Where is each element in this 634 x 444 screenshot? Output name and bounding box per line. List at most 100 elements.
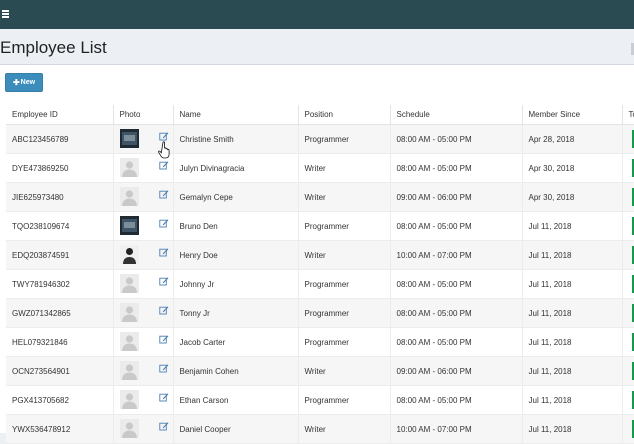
schedule-cell: 08:00 AM - 05:00 PM xyxy=(390,125,522,154)
status-cell xyxy=(622,125,634,154)
photo-cell xyxy=(113,299,173,328)
employee-name-cell: Henry Doe xyxy=(173,241,298,270)
column-header[interactable]: Position xyxy=(298,105,390,125)
edit-photo-icon[interactable] xyxy=(159,363,169,373)
employee-photo xyxy=(120,216,139,235)
member-since-cell: Apr 30, 2018 xyxy=(522,154,622,183)
employee-id-cell: GWZ071342865 xyxy=(6,299,113,328)
schedule-cell: 10:00 AM - 07:00 PM xyxy=(390,241,522,270)
page-title: Employee List xyxy=(0,38,107,58)
employee-id-cell: HEL079321846 xyxy=(6,328,113,357)
column-header[interactable]: Photo xyxy=(113,105,173,125)
photo-cell xyxy=(113,241,173,270)
employee-name-cell: Ethan Carson xyxy=(173,386,298,415)
member-since-cell: Apr 28, 2018 xyxy=(522,125,622,154)
position-cell: Programmer xyxy=(298,125,390,154)
member-since-cell: Jul 11, 2018 xyxy=(522,357,622,386)
position-cell: Programmer xyxy=(298,328,390,357)
edit-photo-icon[interactable] xyxy=(159,305,169,315)
menu-toggle-icon[interactable] xyxy=(2,10,12,18)
employee-name-cell: Julyn Divinagracia xyxy=(173,154,298,183)
position-cell: Programmer xyxy=(298,212,390,241)
schedule-cell: 08:00 AM - 05:00 PM xyxy=(390,270,522,299)
employee-name-cell: Gemalyn Cepe xyxy=(173,183,298,212)
photo-cell xyxy=(113,415,173,444)
schedule-cell: 08:00 AM - 05:00 PM xyxy=(390,328,522,357)
top-navbar xyxy=(0,0,634,29)
employee-name-cell: Daniel Cooper xyxy=(173,415,298,444)
edit-photo-icon[interactable] xyxy=(159,276,169,286)
status-cell xyxy=(622,212,634,241)
member-since-cell: Jul 11, 2018 xyxy=(522,212,622,241)
edit-photo-icon[interactable] xyxy=(159,392,169,402)
status-cell xyxy=(622,183,634,212)
member-since-cell: Jul 11, 2018 xyxy=(522,415,622,444)
table-row: TQO238109674 Bruno Den Programmer 08:00 … xyxy=(6,212,634,241)
member-since-cell: Jul 11, 2018 xyxy=(522,241,622,270)
new-button-label: New xyxy=(21,79,35,86)
employee-name-cell: Christine Smith xyxy=(173,125,298,154)
position-cell: Programmer xyxy=(298,299,390,328)
edit-photo-icon[interactable] xyxy=(159,247,169,257)
employee-id-cell: ABC123456789 xyxy=(6,125,113,154)
member-since-cell: Jul 11, 2018 xyxy=(522,299,622,328)
position-cell: Writer xyxy=(298,183,390,212)
photo-cell xyxy=(113,386,173,415)
table-row: EDQ203874591 Henry Doe Writer 10:00 AM -… xyxy=(6,241,634,270)
employee-list-box: ✚ New Employee ID Photo Name Position Sc… xyxy=(0,65,634,433)
schedule-cell: 09:00 AM - 06:00 PM xyxy=(390,357,522,386)
position-cell: Writer xyxy=(298,415,390,444)
employee-photo xyxy=(120,303,139,322)
employee-photo xyxy=(120,332,139,351)
table-row: OCN273564901 Benjamin Cohen Writer 09:00… xyxy=(6,357,634,386)
photo-cell xyxy=(113,183,173,212)
column-header[interactable]: Employee ID xyxy=(6,105,113,125)
column-header[interactable]: Schedule xyxy=(390,105,522,125)
table-row: ABC123456789 Christine Smith Programmer … xyxy=(6,125,634,154)
table-header-row: Employee ID Photo Name Position Schedule… xyxy=(6,105,634,125)
position-cell: Programmer xyxy=(298,270,390,299)
table-row: YWX536478912 Daniel Cooper Writer 10:00 … xyxy=(6,415,634,444)
employee-photo xyxy=(120,158,139,177)
column-header[interactable]: Member Since xyxy=(522,105,622,125)
status-cell xyxy=(622,357,634,386)
position-cell: Writer xyxy=(298,357,390,386)
position-cell: Writer xyxy=(298,241,390,270)
table-row: HEL079321846 Jacob Carter Programmer 08:… xyxy=(6,328,634,357)
edit-photo-icon[interactable] xyxy=(159,334,169,344)
employee-id-cell: YWX536478912 xyxy=(6,415,113,444)
employee-name-cell: Jacob Carter xyxy=(173,328,298,357)
employee-id-cell: DYE473869250 xyxy=(6,154,113,183)
schedule-cell: 08:00 AM - 05:00 PM xyxy=(390,154,522,183)
schedule-cell: 10:00 AM - 07:00 PM xyxy=(390,415,522,444)
schedule-cell: 09:00 AM - 06:00 PM xyxy=(390,183,522,212)
photo-cell xyxy=(113,154,173,183)
employee-photo xyxy=(120,274,139,293)
edit-photo-icon[interactable] xyxy=(159,160,169,170)
new-employee-button[interactable]: ✚ New xyxy=(5,73,43,92)
photo-cell xyxy=(113,125,173,154)
employee-id-cell: TQO238109674 xyxy=(6,212,113,241)
employee-photo xyxy=(120,390,139,409)
member-since-cell: Jul 11, 2018 xyxy=(522,328,622,357)
column-header[interactable]: Name xyxy=(173,105,298,125)
member-since-cell: Jul 11, 2018 xyxy=(522,270,622,299)
column-header[interactable]: To xyxy=(622,105,634,125)
edit-photo-icon[interactable] xyxy=(159,421,169,431)
photo-cell xyxy=(113,328,173,357)
status-cell xyxy=(622,415,634,444)
edit-photo-icon[interactable] xyxy=(159,189,169,199)
edit-photo-icon[interactable] xyxy=(159,218,169,228)
photo-cell xyxy=(113,270,173,299)
status-cell xyxy=(622,386,634,415)
schedule-cell: 08:00 AM - 05:00 PM xyxy=(390,386,522,415)
position-cell: Programmer xyxy=(298,386,390,415)
schedule-cell: 08:00 AM - 05:00 PM xyxy=(390,212,522,241)
employee-id-cell: TWY781946302 xyxy=(6,270,113,299)
status-cell xyxy=(622,328,634,357)
edit-photo-icon[interactable] xyxy=(159,131,169,141)
employee-name-cell: Tonny Jr xyxy=(173,299,298,328)
employee-table: Employee ID Photo Name Position Schedule… xyxy=(6,105,634,444)
employee-name-cell: Benjamin Cohen xyxy=(173,357,298,386)
status-cell xyxy=(622,270,634,299)
